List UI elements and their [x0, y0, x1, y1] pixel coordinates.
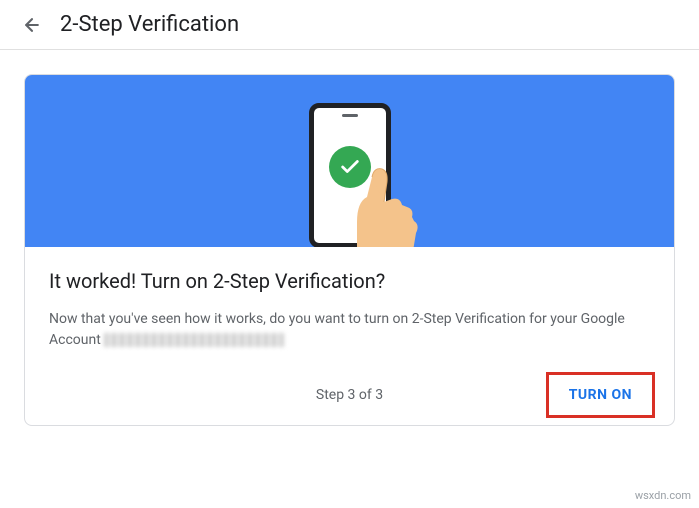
page-header: 2-Step Verification [0, 0, 699, 50]
content-body: Now that you've seen how it works, do yo… [49, 309, 650, 351]
checkmark-icon [329, 146, 371, 188]
watermark: wsxdn.com [635, 489, 691, 502]
verification-card: It worked! Turn on 2-Step Verification? … [24, 74, 675, 426]
step-indicator: Step 3 of 3 [316, 387, 383, 403]
content-title: It worked! Turn on 2-Step Verification? [49, 269, 650, 293]
card-footer: Step 3 of 3 TURN ON [25, 371, 674, 425]
card-content: It worked! Turn on 2-Step Verification? … [25, 247, 674, 371]
phone-illustration [309, 103, 391, 247]
back-arrow-icon[interactable] [20, 13, 44, 37]
turn-on-button[interactable]: TURN ON [551, 377, 650, 413]
phone-notch [342, 114, 358, 117]
hero-banner [25, 75, 674, 247]
page-title: 2-Step Verification [60, 12, 239, 37]
redacted-account [104, 333, 284, 347]
